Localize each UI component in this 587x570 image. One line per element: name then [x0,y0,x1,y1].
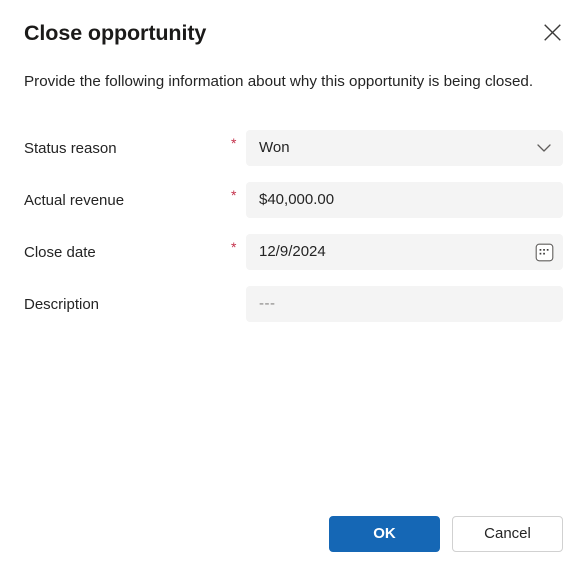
field-label-close-date: Close date [24,244,96,261]
close-date-value: 12/9/2024 [259,243,326,260]
ok-button[interactable]: OK [329,516,440,552]
close-icon [543,23,561,41]
form-row-actual-revenue: Actual revenue * $40,000.00 [0,182,587,218]
field-label-actual-revenue: Actual revenue [24,192,125,209]
form-row-close-date: Close date * 12/9/2024 [0,234,587,270]
cancel-button[interactable]: Cancel [452,516,563,552]
required-indicator-close-date: * [231,239,237,255]
close-opportunity-form: Status reason * Won Actual revenue * $40… [0,130,587,338]
page-title: Close opportunity [24,21,207,45]
close-date-input[interactable]: 12/9/2024 [246,234,563,270]
chevron-down-icon[interactable] [525,130,563,166]
actual-revenue-value: $40,000.00 [259,191,335,208]
field-label-description: Description [24,296,100,313]
field-label-status-reason: Status reason [24,140,117,157]
close-opportunity-dialog: Close opportunity Provide the following … [0,0,587,570]
required-indicator-status-reason: * [231,135,237,151]
actual-revenue-input[interactable]: $40,000.00 [246,182,563,218]
form-row-description: Description --- [0,286,587,322]
dialog-footer: OK Cancel [0,516,563,552]
status-reason-value: Won [259,139,290,156]
form-row-status-reason: Status reason * Won [0,130,587,166]
dialog-subtitle: Provide the following information about … [24,73,534,90]
close-button[interactable] [537,17,567,47]
description-input[interactable]: --- [246,286,563,322]
required-indicator-actual-revenue: * [231,187,237,203]
dialog-header: Close opportunity [0,0,587,62]
status-reason-dropdown[interactable]: Won [246,130,563,166]
calendar-icon[interactable] [525,234,563,270]
description-placeholder: --- [259,295,276,312]
